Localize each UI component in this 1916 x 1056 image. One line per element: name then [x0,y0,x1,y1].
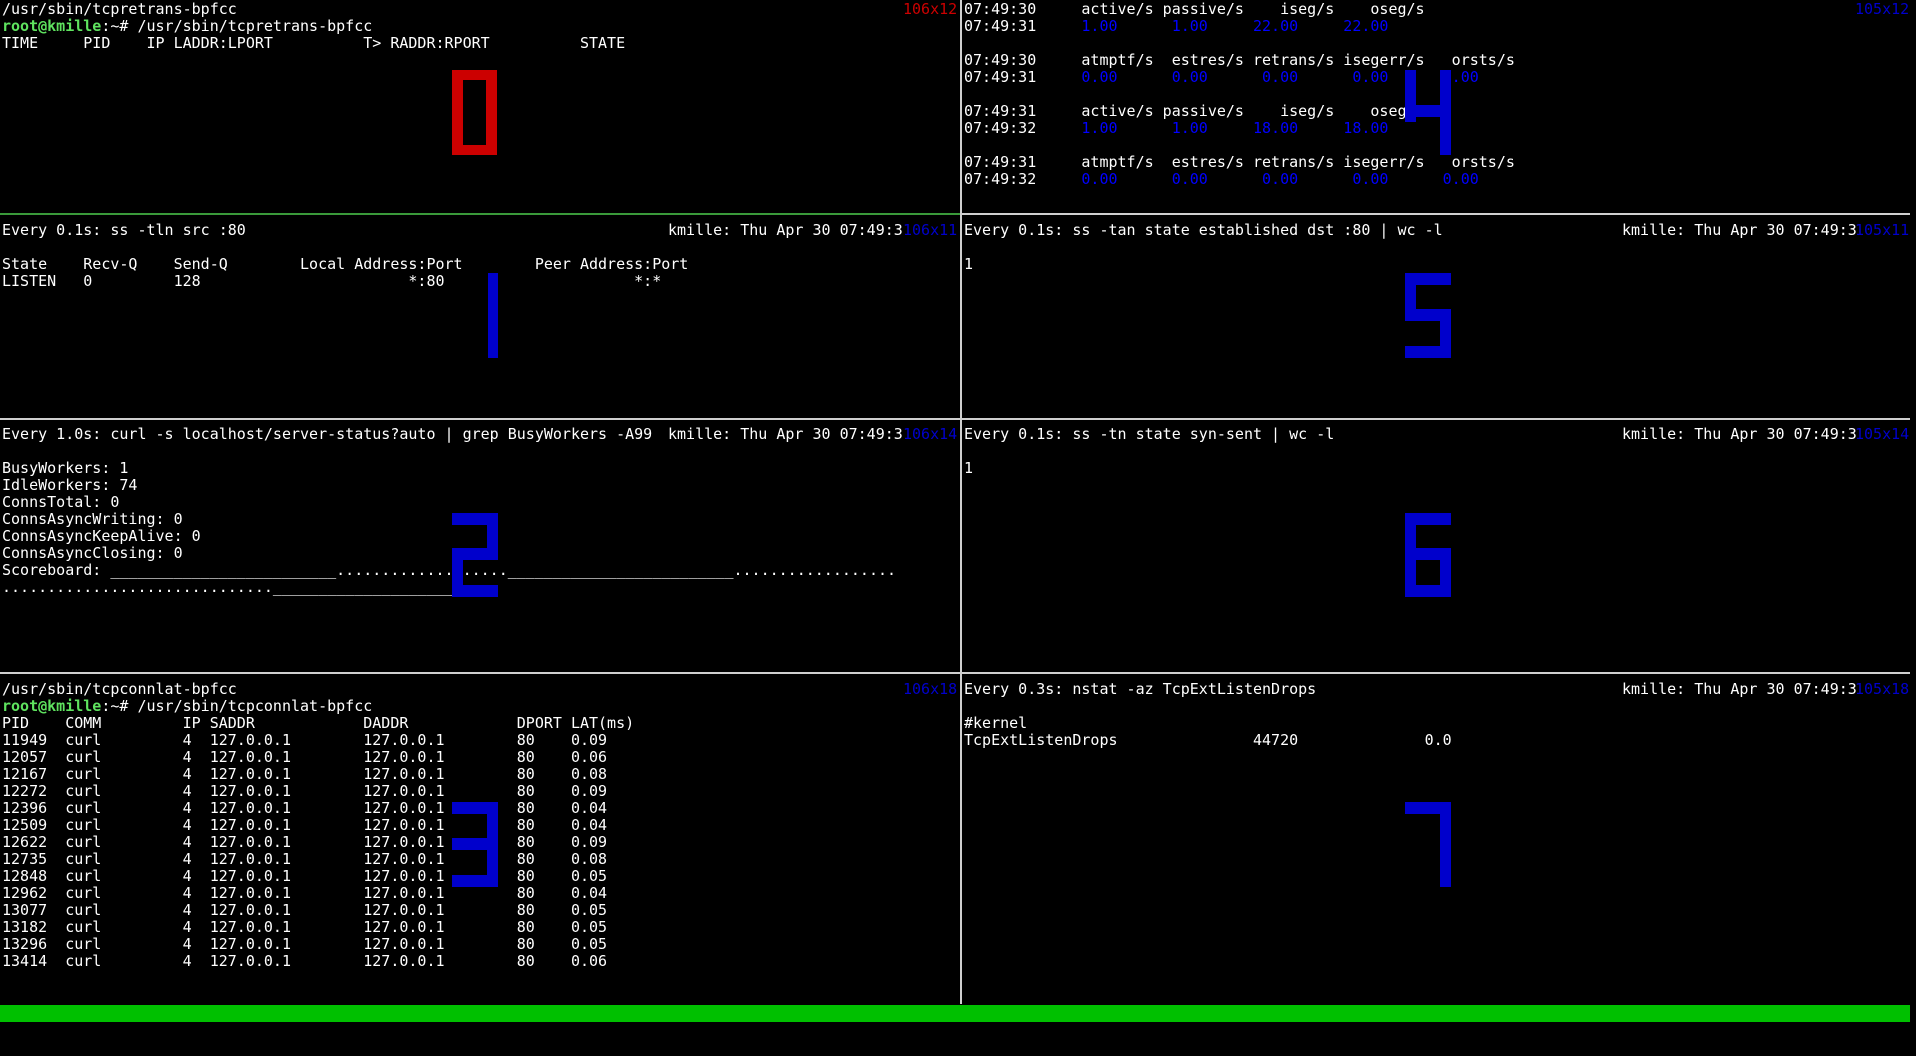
stats-time: 07:49:30 [964,0,1037,18]
stats-time: 07:49:31 [964,68,1037,86]
stats-time: 07:49:32 [964,119,1037,137]
pane-server-status[interactable]: Every 1.0s: curl -s localhost/server-sta… [0,420,960,672]
table-row: 12848 curl 4 127.0.0.1 127.0.0.1 80 0.05 [2,867,608,885]
socket-row: LISTEN 0 128 *:80 *:* [2,272,662,290]
pane-tcpretrans[interactable]: /usr/sbin/tcpretrans-bpfcc 106x12 root@k… [0,0,960,213]
pane-size-tag: 106x11 [903,221,958,239]
pane-title: /usr/sbin/tcpconnlat-bpfcc [2,680,237,698]
stats-time: 07:49:31 [964,102,1037,120]
stats-values: 1.00 1.00 18.00 18.00 [1036,119,1389,137]
status-metric: IdleWorkers: 74 [2,476,138,494]
watch-host-time: kmille: Thu Apr 30 07:49:3 [668,425,903,443]
table-row: 12057 curl 4 127.0.0.1 127.0.0.1 80 0.06 [2,748,608,766]
watch-host-time: kmille: Thu Apr 30 07:49:3 [1622,425,1857,443]
table-row: 12167 curl 4 127.0.0.1 127.0.0.1 80 0.08 [2,765,608,783]
stats-header: atmptf/s estres/s retrans/s isegerr/s or… [1036,51,1515,69]
stats-header: atmptf/s estres/s retrans/s isegerr/s or… [1036,153,1515,171]
stats-line: 07:49:32 0.00 0.00 0.00 0.00 0.00 [964,171,1479,188]
stats-line: 07:49:31 atmptf/s estres/s retrans/s ise… [964,154,1515,171]
pane-nstat-listendrops[interactable]: Every 0.3s: nstat -az TcpExtListenDrops … [962,674,1910,1004]
column-header: State Recv-Q Send-Q Local Address:Port P… [2,255,689,273]
watch-command: Every 1.0s: curl -s localhost/server-sta… [2,425,653,443]
stats-header: active/s passive/s iseg/s oseg/s [1036,0,1425,18]
nstat-line: TcpExtListenDrops 44720 0.0 [964,731,1452,749]
pane-size-tag: 105x12 [1855,0,1910,18]
table-row: 12509 curl 4 127.0.0.1 127.0.0.1 80 0.04 [2,816,608,834]
stats-line: 07:49:31 active/s passive/s iseg/s oseg/… [964,103,1425,120]
command-output: 1 [964,255,974,273]
stats-time: 07:49:32 [964,170,1037,188]
watch-host-time: kmille: Thu Apr 30 07:49:3 [1622,680,1857,698]
status-metric: ConnsAsyncWriting: 0 [2,510,183,528]
stats-time: 07:49:31 [964,153,1037,171]
table-row: 13414 curl 4 127.0.0.1 127.0.0.1 80 0.06 [2,952,608,970]
table-row: 12622 curl 4 127.0.0.1 127.0.0.1 80 0.09 [2,833,608,851]
pane-ss-established[interactable]: Every 0.1s: ss -tan state established ds… [962,215,1910,418]
prompt-command: :~# /usr/sbin/tcpretrans-bpfcc [101,17,373,35]
scoreboard-line: Scoreboard: _________________________...… [2,561,897,579]
pane-size-tag: 106x18 [903,680,958,698]
column-header: TIME PID IP LADDR:LPORT T> RADDR:RPORT S… [2,34,626,52]
pane-size-tag: 105x11 [1855,221,1910,239]
pane-ss-listen[interactable]: Every 0.1s: ss -tln src :80 kmille: Thu … [0,215,960,418]
column-header: PID COMM IP SADDR DADDR DPORT LAT(ms) [2,714,635,732]
pane-nstat-rates[interactable]: 105x12 07:49:30 active/s passive/s iseg/… [962,0,1910,213]
prompt-user: root@kmille [2,17,102,35]
stats-time: 07:49:30 [964,51,1037,69]
watch-command: Every 0.1s: ss -tln src :80 [2,221,246,239]
tmux-status-bar: [test-sess0:python2* "kmille" 07:49 30-A… [0,1005,1910,1056]
table-row: 11949 curl 4 127.0.0.1 127.0.0.1 80 0.09 [2,731,608,749]
watch-host-time: kmille: Thu Apr 30 07:49:3 [668,221,903,239]
table-row: 13182 curl 4 127.0.0.1 127.0.0.1 80 0.05 [2,918,608,936]
stats-header: active/s passive/s iseg/s oseg/s [1036,102,1425,120]
shell-prompt: root@kmille:~# /usr/sbin/tcpretrans-bpfc… [2,18,372,35]
table-row: 12962 curl 4 127.0.0.1 127.0.0.1 80 0.04 [2,884,608,902]
stats-line: 07:49:30 atmptf/s estres/s retrans/s ise… [964,52,1515,69]
watch-host-time: kmille: Thu Apr 30 07:49:3 [1622,221,1857,239]
stats-time: 07:49:31 [964,17,1037,35]
prompt-command: :~# /usr/sbin/tcpconnlat-bpfcc [101,697,373,715]
watch-command: Every 0.3s: nstat -az TcpExtListenDrops [964,680,1317,698]
shell-prompt: root@kmille:~# /usr/sbin/tcpconnlat-bpfc… [2,698,372,715]
scoreboard-line: ..............................__________… [2,578,472,596]
table-row: 13296 curl 4 127.0.0.1 127.0.0.1 80 0.05 [2,935,608,953]
pane-size-tag: 106x12 [903,0,958,18]
command-output: 1 [964,459,974,477]
table-row: 12735 curl 4 127.0.0.1 127.0.0.1 80 0.08 [2,850,608,868]
status-metric: ConnsAsyncKeepAlive: 0 [2,527,201,545]
status-metric: ConnsAsyncClosing: 0 [2,544,183,562]
table-row: 13077 curl 4 127.0.0.1 127.0.0.1 80 0.05 [2,901,608,919]
host-time-label: "kmille" 07:49 30-Apr-20 [1690,1038,1907,1056]
watch-command: Every 0.1s: ss -tan state established ds… [964,221,1443,239]
pane-size-tag: 105x18 [1855,680,1910,698]
stats-values: 1.00 1.00 22.00 22.00 [1036,17,1389,35]
pane-ss-synsent[interactable]: Every 0.1s: ss -tn state syn-sent | wc -… [962,420,1910,672]
nstat-line: #kernel [964,714,1028,732]
pane-size-tag: 106x14 [903,425,958,443]
pane-tcpconnlat[interactable]: /usr/sbin/tcpconnlat-bpfcc 106x18 root@k… [0,674,960,1004]
status-metric: BusyWorkers: 1 [2,459,129,477]
table-row: 12272 curl 4 127.0.0.1 127.0.0.1 80 0.09 [2,782,608,800]
stats-line: 07:49:31 0.00 0.00 0.00 0.00 0.00 [964,69,1479,86]
stats-line: 07:49:32 1.00 1.00 18.00 18.00 [964,120,1388,137]
table-row: 12396 curl 4 127.0.0.1 127.0.0.1 80 0.04 [2,799,608,817]
pane-title: /usr/sbin/tcpretrans-bpfcc [2,0,237,18]
session-window-label[interactable]: [test-sess0:python2* [2,1022,183,1039]
pane-size-tag: 105x14 [1855,425,1910,443]
watch-command: Every 0.1s: ss -tn state syn-sent | wc -… [964,425,1335,443]
prompt-user: root@kmille [2,697,102,715]
status-metric: ConnsTotal: 0 [2,493,120,511]
stats-line: 07:49:31 1.00 1.00 22.00 22.00 [964,18,1388,35]
stats-line: 07:49:30 active/s passive/s iseg/s oseg/… [964,1,1425,18]
stats-values: 0.00 0.00 0.00 0.00 0.00 [1036,170,1479,188]
